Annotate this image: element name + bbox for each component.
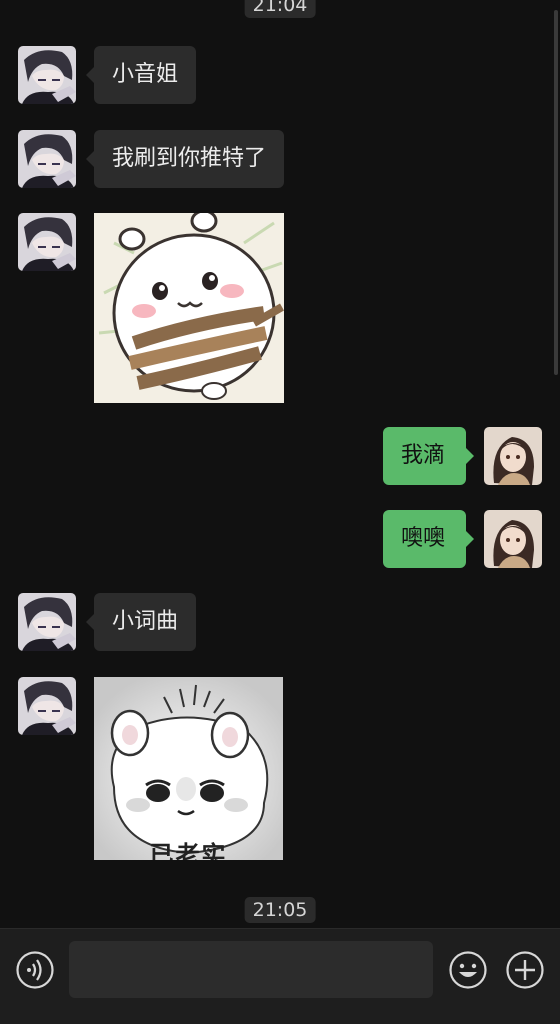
contact-avatar[interactable] [18, 46, 76, 104]
my-avatar[interactable] [484, 427, 542, 485]
message-bubble[interactable]: 噢噢 [383, 510, 474, 568]
sticker-hamster-rope[interactable] [94, 213, 284, 403]
my-avatar[interactable] [484, 510, 542, 568]
sticker-caption: 已老实 [149, 841, 228, 860]
contact-avatar[interactable] [18, 130, 76, 188]
contact-avatar[interactable] [18, 593, 76, 651]
message-bubble[interactable]: 小词曲 [85, 593, 197, 651]
message-bubble[interactable]: 小音姐 [85, 46, 197, 104]
plus-icon[interactable] [505, 950, 545, 990]
voice-icon[interactable] [15, 950, 55, 990]
input-bar [0, 928, 560, 1024]
scrollbar[interactable] [554, 10, 558, 375]
chat-screen: 21:04 小音姐 我刷到你推特了 我滴 噢噢 小词曲 已老实 21:05 [0, 0, 560, 1024]
timestamp: 21:05 [244, 897, 316, 923]
sticker-fluffy-hamster[interactable]: 已老实 [94, 677, 283, 860]
message-input[interactable] [69, 941, 433, 998]
emoji-icon[interactable] [448, 950, 488, 990]
contact-avatar[interactable] [18, 677, 76, 735]
message-bubble[interactable]: 我滴 [383, 427, 474, 485]
contact-avatar[interactable] [18, 213, 76, 271]
message-bubble[interactable]: 我刷到你推特了 [85, 130, 285, 188]
timestamp: 21:04 [244, 0, 316, 18]
